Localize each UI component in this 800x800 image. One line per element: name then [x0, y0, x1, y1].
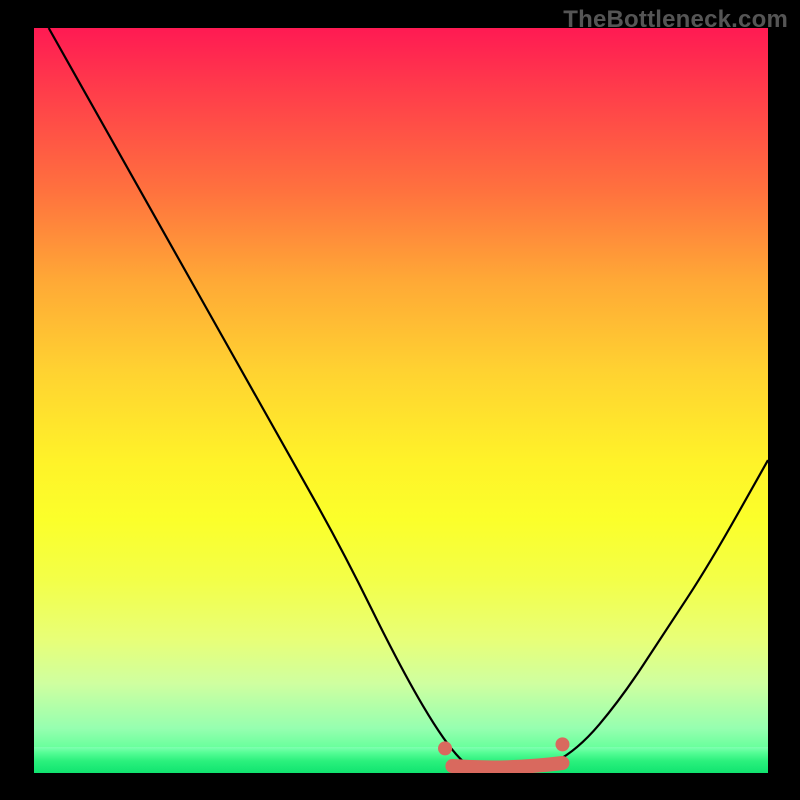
highlight-dot-right — [555, 737, 569, 751]
chart-plot-area — [34, 28, 768, 773]
watermark-text: TheBottleneck.com — [563, 6, 788, 34]
highlight-svg — [34, 28, 768, 773]
trough-highlight — [452, 763, 562, 767]
highlight-dot-left — [438, 741, 452, 755]
